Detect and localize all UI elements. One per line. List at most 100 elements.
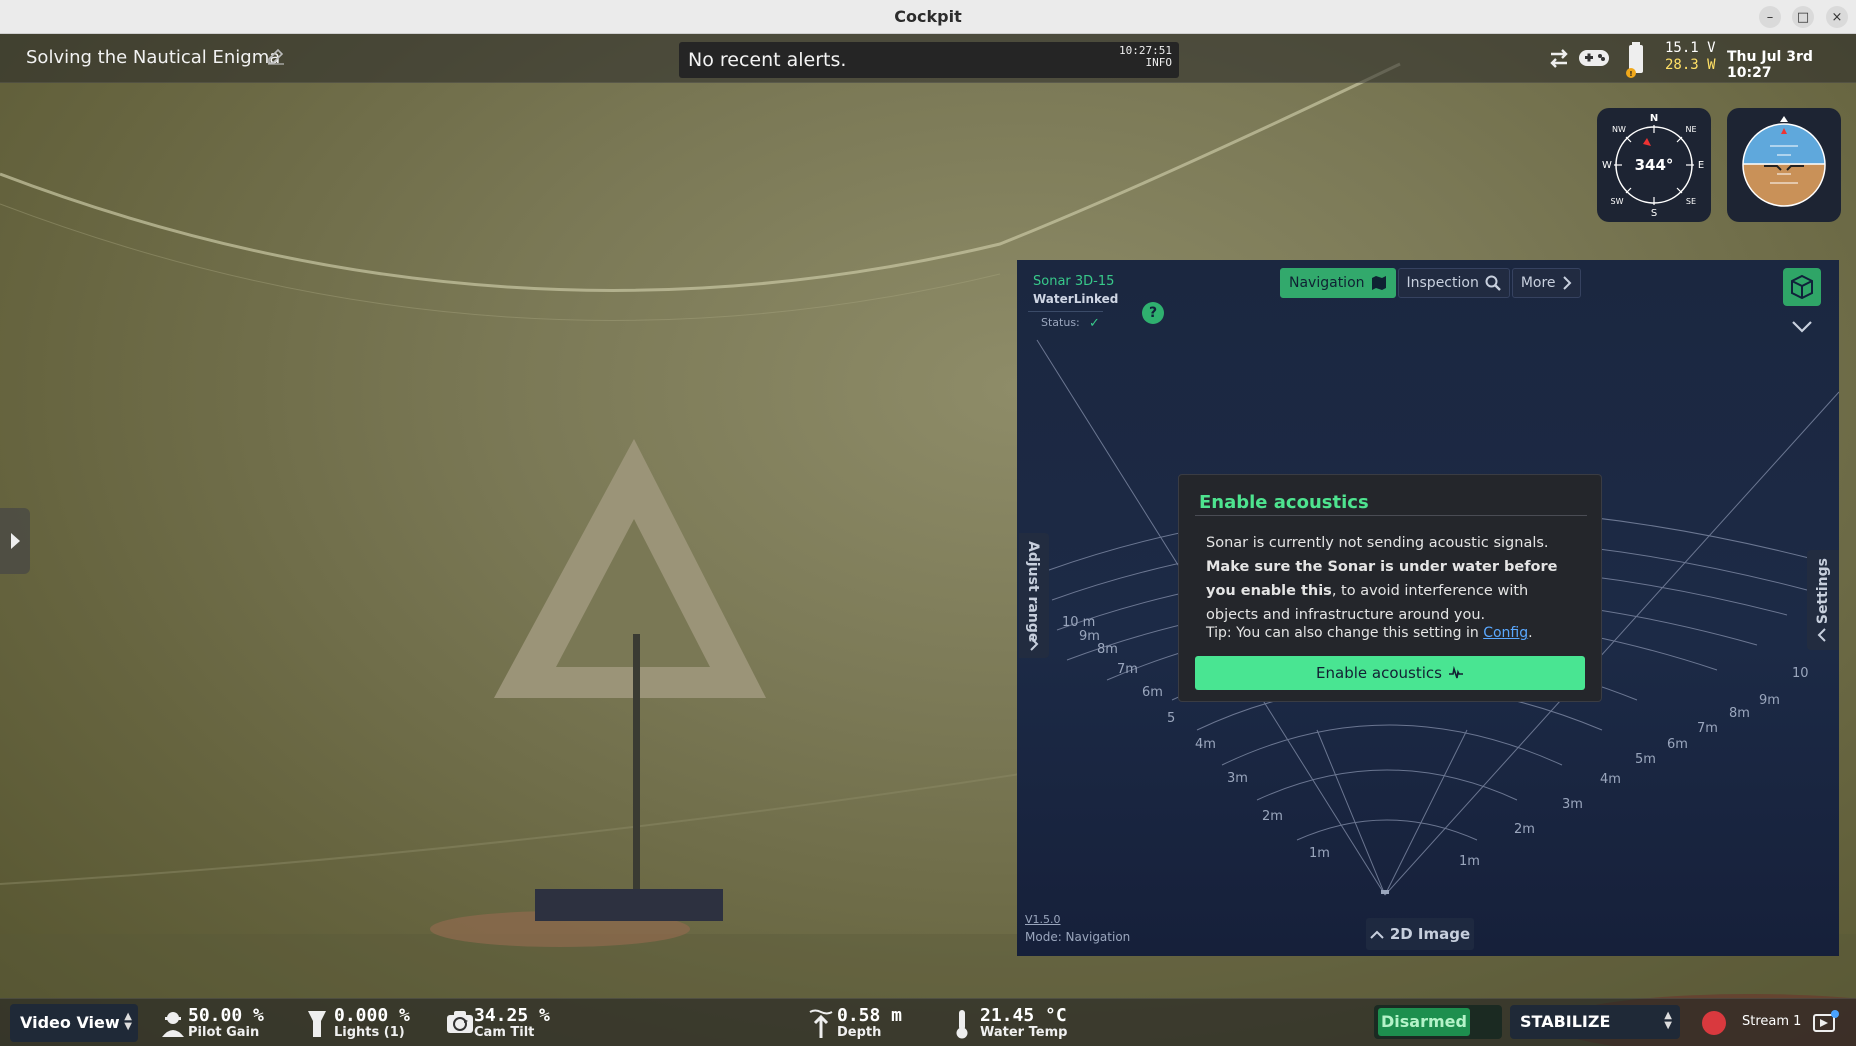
mission-name: Solving the Nautical Enigma xyxy=(26,47,281,68)
range-label-left-4: 4m xyxy=(1195,737,1216,752)
arm-switch[interactable]: Disarmed xyxy=(1374,1005,1502,1039)
power: 28.3 W xyxy=(1665,57,1716,73)
sonar-version[interactable]: V1.5.0 xyxy=(1025,913,1061,926)
power-readout: 15.1 V 28.3 W xyxy=(1665,40,1716,74)
settings-label: Settings xyxy=(1815,558,1831,625)
collapse-panel-button[interactable] xyxy=(1783,312,1821,342)
tab-more-label: More xyxy=(1520,275,1556,291)
chevron-right-icon xyxy=(1562,276,1571,290)
attitude-indicator[interactable] xyxy=(1727,108,1841,222)
range-label-left-10: 10 m xyxy=(1062,615,1095,630)
flight-mode: STABILIZE xyxy=(1520,1012,1611,1031)
video-stream-icon[interactable] xyxy=(1812,1009,1840,1035)
close-button[interactable]: × xyxy=(1826,6,1848,28)
3d-view-button[interactable] xyxy=(1783,268,1821,306)
dialog-divider xyxy=(1195,515,1587,516)
voltage: 15.1 V xyxy=(1665,40,1716,56)
lights-label: Lights (1) xyxy=(334,1025,405,1040)
range-label-right-3: 3m xyxy=(1562,797,1583,812)
check-icon: ✓ xyxy=(1089,316,1100,331)
tab-inspection[interactable]: Inspection xyxy=(1397,268,1510,298)
cube-icon xyxy=(1791,274,1813,300)
water-temp-label: Water Temp xyxy=(980,1025,1068,1040)
updown-arrows-icon: ▲ ▼ xyxy=(1664,1010,1672,1031)
range-label-left-6: 6m xyxy=(1142,685,1163,700)
gamepad-icon[interactable] xyxy=(1578,46,1610,70)
map-icon xyxy=(1371,276,1386,290)
caret-right-icon xyxy=(11,533,20,549)
help-button[interactable]: ? xyxy=(1142,302,1164,324)
range-label-right-6: 6m xyxy=(1667,737,1688,752)
compass-ne: NE xyxy=(1685,125,1696,134)
chevron-left-icon xyxy=(1817,628,1826,642)
range-label-right-2: 2m xyxy=(1514,822,1535,837)
battery-icon: ! xyxy=(1626,42,1643,78)
enable-acoustics-button[interactable]: Enable acoustics xyxy=(1195,656,1585,690)
flight-mode-selector[interactable]: STABILIZE ▲ ▼ xyxy=(1510,1005,1680,1039)
clock: Thu Jul 3rd 10:27 xyxy=(1727,49,1813,81)
alert-timestamp: 10:27:51 INFO xyxy=(1119,45,1172,69)
range-label-left-3: 3m xyxy=(1227,771,1248,786)
tip-prefix: Tip: You can also change this setting in xyxy=(1206,625,1484,641)
minimize-button[interactable]: – xyxy=(1759,6,1781,28)
view-name: Video View xyxy=(20,1013,120,1032)
sonar-mode: Mode: Navigation xyxy=(1025,930,1131,944)
settings-tab[interactable]: Settings xyxy=(1807,550,1839,650)
compass-nw: NW xyxy=(1612,125,1626,134)
dialog-tip: Tip: You can also change this setting in… xyxy=(1206,625,1533,641)
range-label-left-5: 5 xyxy=(1167,711,1175,726)
2d-image-button[interactable]: 2D Image xyxy=(1366,918,1474,950)
sonar-panel: 1m 2m 3m 4m 5 6m 7m 8m 9m 10 m 1m 2m 3m … xyxy=(1017,260,1839,956)
range-label-left-7: 7m xyxy=(1117,662,1138,677)
water-temp-value: 21.45 °C xyxy=(980,1005,1067,1026)
tab-navigation[interactable]: Navigation xyxy=(1280,268,1396,298)
chevron-down-icon xyxy=(1792,321,1812,333)
depth-label: Depth xyxy=(837,1025,882,1040)
edit-icon[interactable] xyxy=(266,46,286,66)
adjust-range-label: Adjust range xyxy=(1025,541,1041,643)
pulse-icon xyxy=(1448,666,1463,679)
2d-image-label: 2D Image xyxy=(1389,925,1471,943)
range-label-left-9: 9m xyxy=(1079,629,1100,644)
maximize-button[interactable]: □ xyxy=(1792,6,1814,28)
adjust-range-tab[interactable]: Adjust range xyxy=(1019,533,1049,658)
lights-value: 0.000 % xyxy=(334,1005,410,1026)
sonar-mode-tabs: Navigation Inspection More xyxy=(1280,268,1581,298)
magnifier-icon xyxy=(1485,275,1501,291)
tab-more[interactable]: More xyxy=(1511,268,1581,298)
range-label-right-1: 1m xyxy=(1459,854,1480,869)
config-link[interactable]: Config xyxy=(1483,625,1528,641)
range-label-right-10: 10 xyxy=(1792,666,1809,681)
flashlight-icon xyxy=(308,1011,326,1037)
os-title-bar: Cockpit – □ × xyxy=(0,0,1856,34)
range-label-right-5: 5m xyxy=(1635,752,1656,767)
compass-sw: SW xyxy=(1611,197,1624,206)
cam-tilt-value: 34.25 % xyxy=(474,1005,550,1026)
sonar-brand: WaterLinked xyxy=(1033,292,1119,306)
compass-widget[interactable]: N NE E SE S SW W NW 344° xyxy=(1597,108,1711,222)
svg-text:!: ! xyxy=(1629,70,1632,78)
alert-banner[interactable]: No recent alerts. 10:27:51 INFO xyxy=(679,42,1179,78)
pilot-gain-value: 50.00 % xyxy=(188,1005,264,1026)
thermometer-icon xyxy=(956,1010,968,1039)
swap-icon[interactable] xyxy=(1548,46,1570,70)
range-label-right-4: 4m xyxy=(1600,772,1621,787)
range-label-left-2: 2m xyxy=(1262,809,1283,824)
range-label-left-8: 8m xyxy=(1097,642,1118,657)
depth-icon xyxy=(809,1009,833,1038)
dialog-body-text-1: Sonar is currently not sending acoustic … xyxy=(1206,535,1549,551)
pilot-gain-label: Pilot Gain xyxy=(188,1025,260,1040)
camera-rotate-icon xyxy=(447,1011,473,1033)
cam-tilt-label: Cam Tilt xyxy=(474,1025,535,1040)
horizon-dial xyxy=(1742,116,1826,207)
dialog-body: Sonar is currently not sending acoustic … xyxy=(1206,531,1578,627)
record-button[interactable] xyxy=(1702,1011,1726,1035)
sonar-model: Sonar 3D-15 xyxy=(1033,274,1115,289)
pilot-icon xyxy=(162,1012,184,1037)
left-drawer-toggle[interactable] xyxy=(0,508,30,574)
compass-e: E xyxy=(1698,160,1704,171)
stream-name: Stream 1 xyxy=(1742,1014,1802,1029)
view-selector[interactable]: Video View ▲ ▼ xyxy=(10,1004,138,1042)
tab-navigation-label: Navigation xyxy=(1289,275,1365,291)
tab-inspection-label: Inspection xyxy=(1406,275,1479,291)
